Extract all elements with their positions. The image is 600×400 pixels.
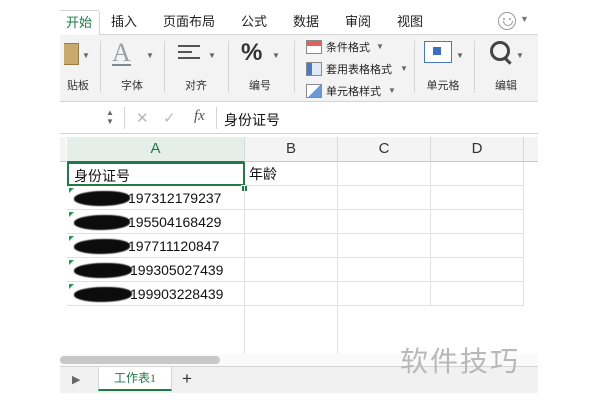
group-divider: [294, 41, 295, 93]
redaction-mark: [74, 263, 132, 278]
redaction-mark: [74, 287, 132, 302]
select-all-corner[interactable]: [60, 137, 66, 162]
id-number-value: 199305027439: [130, 262, 224, 278]
play-icon[interactable]: ▶: [72, 373, 80, 386]
ribbon-home: ▼ 贴板 A ▼ 字体 ▼ 对齐 % ▼ 编号 条件格式 ▼ 套用表格格式 ▼ …: [60, 35, 538, 102]
error-indicator-icon: [69, 188, 74, 193]
align-group-label: 对齐: [185, 80, 207, 92]
redaction-mark: [74, 191, 130, 206]
table-format-icon: [306, 62, 322, 76]
error-indicator-icon: [69, 260, 74, 265]
conditional-format-label: 条件格式: [326, 42, 370, 54]
id-number-value: 197312179237: [128, 190, 222, 206]
chevron-down-icon: ▼: [388, 86, 396, 95]
id-number-value: 195504168429: [128, 214, 222, 230]
group-divider: [414, 41, 415, 93]
group-divider: [474, 41, 475, 93]
cell-styles-label: 单元格样式: [326, 86, 381, 98]
chevron-down-icon: ▼: [400, 64, 408, 73]
tab-view[interactable]: 视图: [394, 10, 426, 34]
format-as-table-label: 套用表格格式: [326, 64, 392, 76]
redaction-mark: [74, 239, 130, 254]
group-divider: [164, 41, 165, 93]
column-header-a[interactable]: A: [67, 137, 245, 163]
cell-a1[interactable]: 身份证号: [67, 162, 245, 186]
cells-group-label: 单元格: [426, 80, 460, 92]
cell-c3[interactable]: [338, 210, 431, 234]
tab-insert[interactable]: 插入: [108, 10, 140, 34]
number-group-label: 编号: [249, 80, 271, 92]
tab-home[interactable]: 开始: [60, 10, 100, 36]
id-number-value: 199903228439: [130, 286, 224, 302]
cell-d3[interactable]: [431, 210, 524, 234]
cell-a7[interactable]: [67, 306, 245, 354]
edit-group-label: 编辑: [495, 80, 517, 92]
error-indicator-icon: [69, 212, 74, 217]
group-divider: [100, 41, 101, 93]
conditional-format-icon: [306, 40, 322, 54]
cell-d5[interactable]: [431, 258, 524, 282]
chevron-down-icon[interactable]: ▼: [520, 14, 529, 24]
formula-input[interactable]: 身份证号: [224, 110, 280, 130]
cell-b4[interactable]: [245, 234, 338, 258]
error-indicator-icon: [69, 236, 74, 241]
add-sheet-button[interactable]: +: [182, 369, 192, 389]
formula-bar: ▲ ▼ ✕ ✓ fx 身份证号: [60, 103, 538, 134]
confirm-icon[interactable]: ✓: [163, 109, 176, 127]
scrollbar-thumb[interactable]: [60, 356, 220, 364]
cell-b6[interactable]: [245, 282, 338, 306]
cell-b5[interactable]: [245, 258, 338, 282]
cell-c1[interactable]: [338, 162, 431, 186]
cell-c4[interactable]: [338, 234, 431, 258]
chevron-down-icon: ▼: [376, 42, 384, 51]
tab-data[interactable]: 数据: [290, 10, 322, 34]
cell-c2[interactable]: [338, 186, 431, 210]
divider: [124, 107, 125, 129]
insert-function-icon[interactable]: fx: [194, 108, 205, 125]
cell-c5[interactable]: [338, 258, 431, 282]
cell-styles-icon: [306, 84, 322, 98]
group-divider: [228, 41, 229, 93]
tab-formulas[interactable]: 公式: [238, 10, 270, 34]
cell-d4[interactable]: [431, 234, 524, 258]
watermark: 软件技巧: [400, 345, 521, 378]
tab-page-layout[interactable]: 页面布局: [160, 10, 218, 34]
cell-c6[interactable]: [338, 282, 431, 306]
font-group-label: 字体: [121, 80, 143, 92]
divider: [216, 107, 217, 129]
cell-b2[interactable]: [245, 186, 338, 210]
column-header-d[interactable]: D: [431, 137, 524, 162]
column-header-c[interactable]: C: [338, 137, 431, 162]
paste-group-label: 贴板: [67, 80, 89, 92]
ribbon-tab-bar: 开始 插入 页面布局 公式 数据 审阅 视图 ▼: [60, 8, 538, 36]
id-number-value: 197711120847: [128, 238, 220, 254]
feedback-smiley-icon[interactable]: [498, 12, 516, 30]
tab-review[interactable]: 审阅: [342, 10, 374, 34]
cell-d2[interactable]: [431, 186, 524, 210]
cell-b1[interactable]: 年龄: [245, 162, 338, 186]
cell-d6[interactable]: [431, 282, 524, 306]
sheet-tab-1[interactable]: 工作表1: [98, 367, 172, 391]
cell-b3[interactable]: [245, 210, 338, 234]
column-header-b[interactable]: B: [245, 137, 338, 162]
cell-b7[interactable]: [245, 306, 338, 354]
error-indicator-icon: [69, 284, 74, 289]
column-header-e[interactable]: [524, 137, 538, 162]
redaction-mark: [74, 215, 130, 230]
cancel-icon[interactable]: ✕: [136, 109, 149, 127]
cell-d1[interactable]: [431, 162, 524, 186]
name-box-stepper-icon[interactable]: ▲ ▼: [106, 108, 114, 126]
